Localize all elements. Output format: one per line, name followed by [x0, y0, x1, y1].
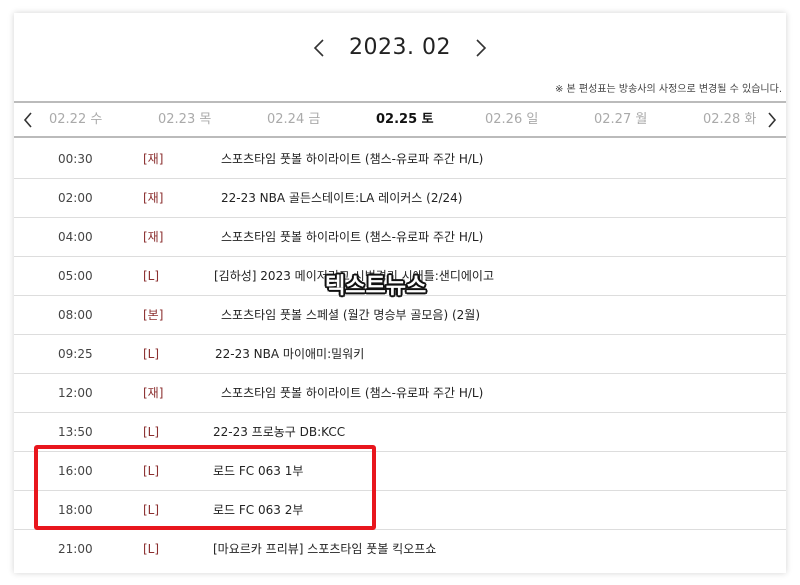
program-time: 13:50 — [58, 425, 93, 439]
broadcast-tag: [L] — [143, 269, 160, 283]
program-title: 22-23 프로농구 DB:KCC — [213, 425, 346, 439]
tab-date-0225[interactable]: 02.25 토 — [376, 103, 434, 136]
program-time: 16:00 — [58, 464, 93, 478]
chevron-right-icon — [768, 111, 777, 128]
schedule-row[interactable]: 16:00 [L] 로드 FC 063 1부 — [14, 452, 786, 491]
program-title: 스포츠타임 풋볼 하이라이트 (챔스-유로파 주간 H/L) — [221, 386, 484, 400]
schedule-row[interactable]: 12:00 [재] 스포츠타임 풋볼 하이라이트 (챔스-유로파 주간 H/L) — [14, 374, 786, 413]
schedule-row[interactable]: 08:00 [본] 스포츠타임 풋볼 스페셜 (월간 명승부 골모음) (2월) — [14, 296, 786, 335]
program-title: 스포츠타임 풋볼 하이라이트 (챔스-유로파 주간 H/L) — [221, 152, 484, 166]
program-time: 00:30 — [58, 152, 93, 166]
broadcast-tag: [L] — [143, 425, 160, 439]
prev-week-button[interactable] — [17, 103, 39, 136]
chevron-left-icon — [313, 39, 324, 57]
broadcast-tag: [재] — [143, 191, 164, 205]
next-month-button[interactable] — [469, 33, 493, 63]
next-week-button[interactable] — [761, 103, 783, 136]
chevron-left-icon — [23, 111, 32, 128]
program-title: 스포츠타임 풋볼 스페셜 (월간 명승부 골모음) (2월) — [221, 308, 481, 322]
broadcast-tag: [L] — [143, 542, 160, 556]
tab-date-0223[interactable]: 02.23 목 — [158, 103, 211, 136]
program-title: 스포츠타임 풋볼 하이라이트 (챔스-유로파 주간 H/L) — [221, 230, 484, 244]
broadcast-tag: [L] — [143, 464, 160, 478]
schedule-row[interactable]: 00:30 [재] 스포츠타임 풋볼 하이라이트 (챔스-유로파 주간 H/L) — [14, 140, 786, 179]
program-title: [김하성] 2023 메이저리그 시범경기 시애틀:샌디에이고 — [214, 269, 495, 283]
tab-date-0226[interactable]: 02.26 일 — [485, 103, 538, 136]
program-time: 04:00 — [58, 230, 93, 244]
schedule-row[interactable]: 18:00 [L] 로드 FC 063 2부 — [14, 491, 786, 530]
program-title: [마요르카 프리뷰] 스포츠타임 풋볼 킥오프쇼 — [213, 542, 437, 556]
schedule-row[interactable]: 21:00 [L] [마요르카 프리뷰] 스포츠타임 풋볼 킥오프쇼 — [14, 530, 786, 569]
tab-date-0224[interactable]: 02.24 금 — [267, 103, 320, 136]
tab-date-0222[interactable]: 02.22 수 — [49, 103, 102, 136]
program-title: 로드 FC 063 1부 — [213, 464, 304, 478]
broadcast-tag: [L] — [143, 347, 160, 361]
schedule-row[interactable]: 02:00 [재] 22-23 NBA 골든스테이트:LA 레이커스 (2/24… — [14, 179, 786, 218]
broadcast-tag: [L] — [143, 503, 160, 517]
month-title: 2023. 02 — [349, 35, 451, 60]
broadcast-tag: [재] — [143, 386, 164, 400]
program-time: 09:25 — [58, 347, 93, 361]
program-time: 18:00 — [58, 503, 93, 517]
program-time: 02:00 — [58, 191, 93, 205]
program-time: 12:00 — [58, 386, 93, 400]
program-title: 22-23 NBA 마이애미:밀워키 — [215, 347, 365, 361]
program-title: 로드 FC 063 2부 — [213, 503, 304, 517]
program-time: 05:00 — [58, 269, 93, 283]
broadcast-tag: [재] — [143, 152, 164, 166]
program-time: 08:00 — [58, 308, 93, 322]
schedule-notice: ※ 본 편성표는 방송사의 사정으로 변경될 수 있습니다. — [554, 84, 782, 95]
month-navigation: 2023. 02 — [14, 33, 786, 63]
program-title: 22-23 NBA 골든스테이트:LA 레이커스 (2/24) — [221, 191, 463, 205]
schedule-list: 00:30 [재] 스포츠타임 풋볼 하이라이트 (챔스-유로파 주간 H/L)… — [14, 140, 786, 569]
schedule-row[interactable]: 13:50 [L] 22-23 프로농구 DB:KCC — [14, 413, 786, 452]
schedule-row[interactable]: 04:00 [재] 스포츠타임 풋볼 하이라이트 (챔스-유로파 주간 H/L) — [14, 218, 786, 257]
schedule-row[interactable]: 09:25 [L] 22-23 NBA 마이애미:밀워키 — [14, 335, 786, 374]
program-time: 21:00 — [58, 542, 93, 556]
broadcast-tag: [본] — [143, 308, 164, 322]
tab-date-0227[interactable]: 02.27 월 — [594, 103, 647, 136]
schedule-row[interactable]: 05:00 [L] [김하성] 2023 메이저리그 시범경기 시애틀:샌디에이… — [14, 257, 786, 296]
broadcast-tag: [재] — [143, 230, 164, 244]
tab-date-0228[interactable]: 02.28 화 — [703, 103, 756, 136]
chevron-right-icon — [476, 39, 487, 57]
prev-month-button[interactable] — [307, 33, 331, 63]
date-bar: 02.22 수 02.23 목 02.24 금 02.25 토 02.26 일 … — [14, 101, 786, 138]
schedule-panel: 2023. 02 ※ 본 편성표는 방송사의 사정으로 변경될 수 있습니다. … — [14, 13, 786, 573]
